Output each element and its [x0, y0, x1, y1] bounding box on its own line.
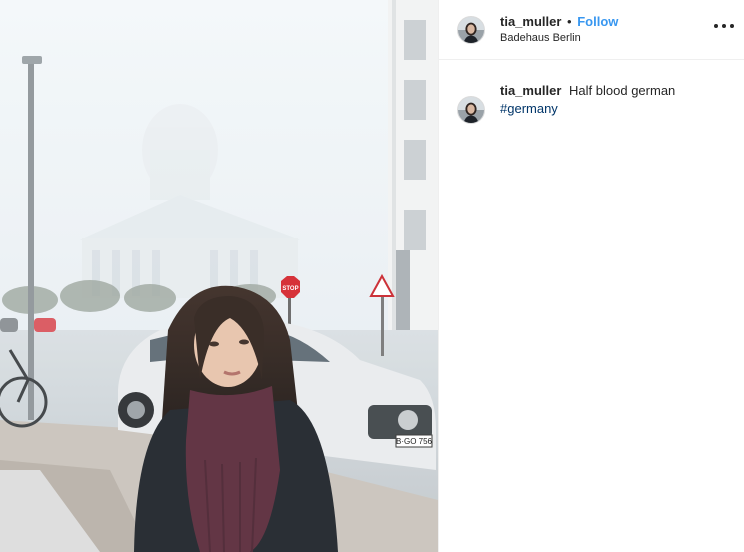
username-link[interactable]: tia_muller [500, 14, 561, 29]
caption-avatar[interactable] [457, 96, 485, 124]
hashtag-link[interactable]: #germany [500, 100, 675, 118]
avatar-image [458, 97, 484, 123]
more-dot [722, 24, 726, 28]
caption-text: Half blood german [569, 83, 676, 98]
photo-scene: STOP B·GO 756 [0, 0, 438, 552]
post-side-panel: tia_muller • Follow Badehaus Berlin tia_… [438, 0, 744, 552]
post-photo[interactable]: STOP B·GO 756 [0, 0, 438, 552]
caption-username-link[interactable]: tia_muller [500, 83, 561, 98]
more-dot [714, 24, 718, 28]
instagram-post: STOP B·GO 756 tia_muller • Follow Badeha… [0, 0, 744, 552]
separator-dot: • [567, 13, 572, 29]
post-header: tia_muller • Follow Badehaus Berlin [439, 0, 744, 60]
caption-body: tia_muller Half blood german #germany [500, 82, 675, 124]
avatar-image [458, 16, 484, 43]
header-top-line: tia_muller • Follow [500, 14, 618, 30]
caption-comment: tia_muller Half blood german #germany [439, 60, 744, 124]
more-options-icon[interactable] [714, 18, 734, 34]
more-dot [730, 24, 734, 28]
avatar[interactable] [457, 15, 485, 44]
follow-button[interactable]: Follow [577, 14, 618, 29]
header-text: tia_muller • Follow Badehaus Berlin [500, 14, 618, 46]
location-link[interactable]: Badehaus Berlin [500, 30, 618, 46]
